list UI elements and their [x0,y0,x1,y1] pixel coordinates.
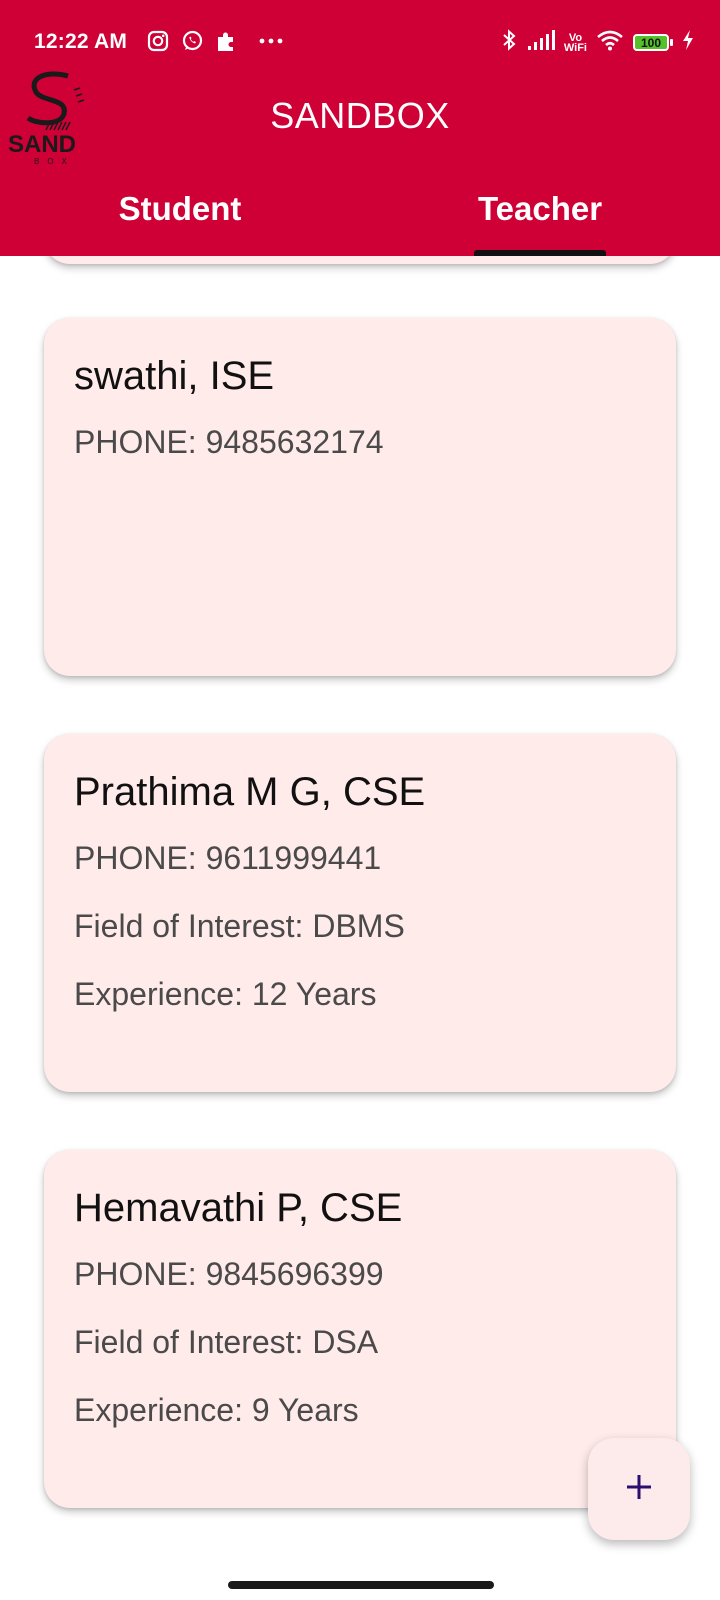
puzzle-icon [214,29,238,58]
teacher-experience: Experience: 12 Years [74,976,377,1012]
teacher-field-of-interest: Field of Interest: DSA [74,1324,379,1360]
notification-icons [146,29,284,58]
screen: 12:22 AM Vo WiFi 100 SAND BOX SANDBOX St… [0,0,720,1600]
bluetooth-icon [500,28,518,57]
teacher-card[interactable]: swathi, ISE PHONE: 9485632174 [44,318,676,676]
tab-student-label: Student [118,190,242,227]
battery-icon: 100 [633,34,673,51]
charging-icon [682,29,694,56]
system-icons: Vo WiFi 100 [500,28,694,57]
status-time: 12:22 AM [34,30,128,53]
teacher-field-of-interest: Field of Interest: DBMS [74,908,405,944]
tab-student[interactable]: Student [0,178,360,256]
teacher-phone: PHONE: 9485632174 [74,424,384,460]
tab-teacher[interactable]: Teacher [360,178,720,256]
gesture-nav-handle[interactable] [228,1581,494,1589]
page-title: SANDBOX [270,95,450,136]
vowifi-icon: Vo WiFi [563,32,587,54]
wifi-icon [596,29,624,56]
app-bar: 12:22 AM Vo WiFi 100 SAND BOX SANDBOX St… [0,0,720,256]
battery-level: 100 [640,35,662,50]
more-dots-icon [258,29,284,58]
tab-teacher-label: Teacher [477,190,603,227]
teacher-phone: PHONE: 9611999441 [74,840,382,876]
vowifi-line2: WiFi [563,41,587,54]
logo-subtext: BOX [34,157,75,166]
instagram-icon [146,29,170,58]
add-teacher-button[interactable] [588,1438,690,1540]
teacher-list[interactable]: swathi, ISE PHONE: 9485632174 Prathima M… [0,256,720,1600]
tab-bar: Student Teacher [0,178,720,256]
teacher-card[interactable]: Hemavathi P, CSE PHONE: 9845696399 Field… [44,1150,676,1508]
teacher-name: Prathima M G, CSE [74,770,426,814]
teacher-name: swathi, ISE [74,354,275,398]
teacher-experience: Experience: 9 Years [74,1392,359,1428]
tab-selected-indicator [474,250,606,256]
whatsapp-icon [180,29,204,58]
teacher-name: Hemavathi P, CSE [74,1186,403,1230]
teacher-card-previous[interactable] [44,256,676,264]
teacher-phone: PHONE: 9845696399 [74,1256,384,1292]
plus-icon [624,1472,654,1507]
signal-icon [527,29,555,56]
teacher-card[interactable]: Prathima M G, CSE PHONE: 9611999441 Fiel… [44,734,676,1092]
